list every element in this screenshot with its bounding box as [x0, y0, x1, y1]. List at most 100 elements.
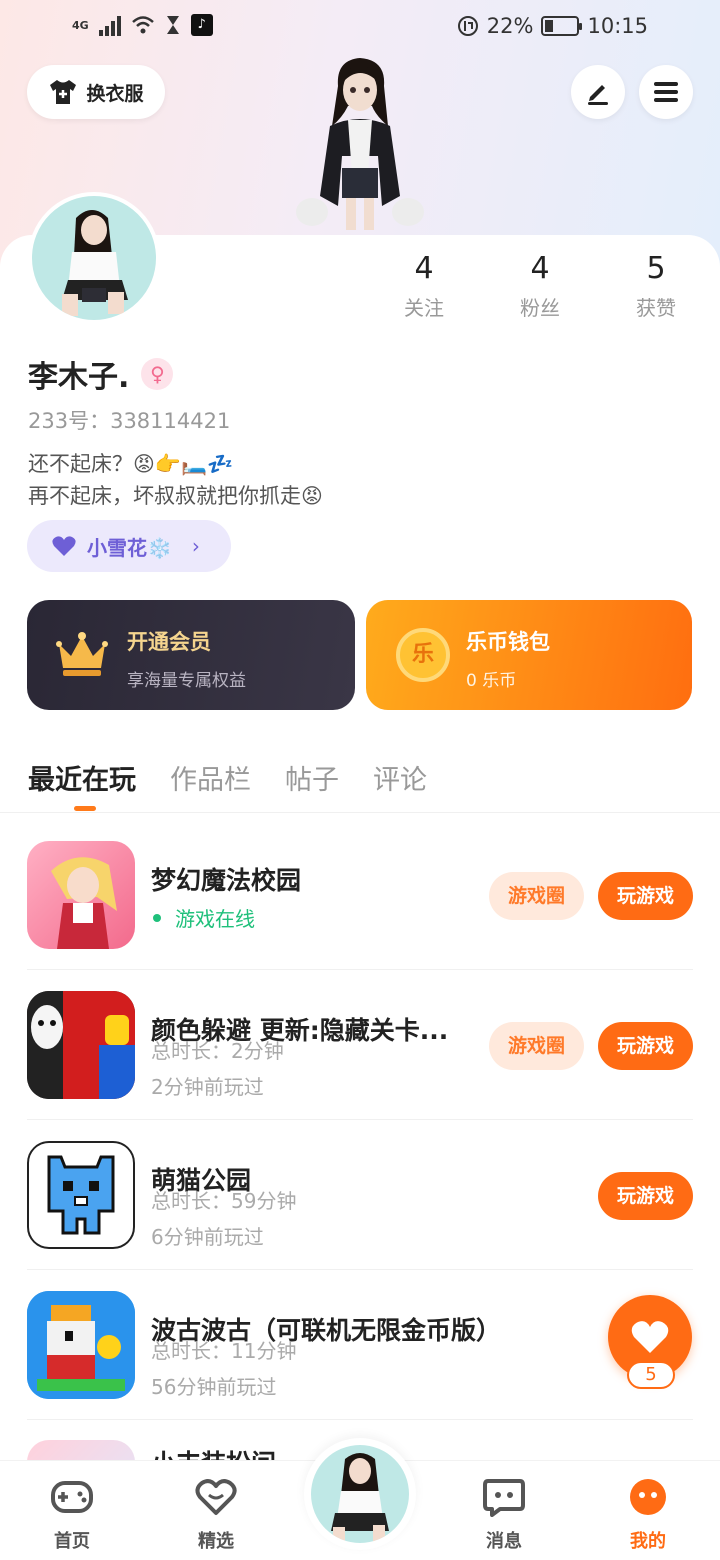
shirt-icon — [50, 80, 77, 104]
game-icon-bogu-bogu[interactable] — [27, 1291, 135, 1399]
row-divider — [27, 969, 693, 970]
pen-icon — [588, 85, 608, 105]
like-count: 5 — [627, 1361, 675, 1389]
likes-count: 5 — [646, 251, 666, 286]
change-outfit-label: 换衣服 — [86, 82, 144, 105]
status-left: 4G ♪ — [72, 14, 213, 36]
name-row: 李木子. ♀ — [28, 352, 174, 396]
hamburger-menu-icon — [654, 82, 678, 102]
game-last-played: 2分钟前玩过 — [151, 1075, 264, 1099]
game-icon-color-dodge[interactable] — [27, 991, 135, 1099]
vip-card[interactable]: 开通会员 享海量专属权益 — [27, 600, 355, 710]
followers-label: 粉丝 — [520, 296, 560, 320]
play-game-button[interactable]: 玩游戏 — [598, 1022, 693, 1070]
game-title: 梦幻魔法校园 — [151, 866, 302, 895]
female-gender-icon: ♀ — [141, 358, 174, 390]
nav-home[interactable]: 首页 — [27, 1477, 117, 1553]
wallet-title: 乐币钱包 — [466, 630, 550, 654]
battery-percent: 22% — [486, 14, 534, 38]
following-count: 4 — [414, 251, 434, 286]
online-label: 游戏在线 — [175, 907, 255, 931]
game-row[interactable]: 梦幻魔法校园 游戏在线 游戏圈 玩游戏 — [27, 841, 693, 991]
nav-messages[interactable]: 消息 — [459, 1477, 549, 1553]
avatar-figure — [331, 1453, 389, 1543]
floating-like-button[interactable]: 5 — [608, 1295, 692, 1389]
status-right: 22% 10:15 — [457, 14, 648, 38]
heart-icon — [631, 1321, 669, 1353]
hourglass-icon — [166, 16, 179, 34]
nav-home-label: 首页 — [54, 1531, 90, 1552]
bio: 还不起床？😡👉🛏️💤 再不起床，坏叔叔就把你抓走😡 — [28, 448, 323, 512]
play-game-button[interactable]: 玩游戏 — [598, 872, 693, 920]
online-dot-icon — [153, 913, 161, 922]
game-duration: 总时长：11分钟 — [151, 1339, 297, 1363]
row-divider — [27, 1269, 693, 1270]
tabs-divider — [0, 812, 720, 813]
game-row[interactable]: 萌猫公园 总时长：59分钟 6分钟前玩过 玩游戏 — [27, 1141, 693, 1291]
username: 李木子. — [28, 360, 130, 395]
heart-outline-icon — [195, 1479, 237, 1515]
game-circle-button[interactable]: 游戏圈 — [489, 1022, 584, 1070]
game-art — [51, 857, 117, 949]
game-row[interactable]: 颜色躲避 更新:隐藏关卡... 总时长：2分钟 2分钟前玩过 游戏圈 玩游戏 — [27, 991, 693, 1141]
tiktok-icon: ♪ — [190, 14, 213, 36]
game-last-played: 6分钟前玩过 — [151, 1225, 264, 1249]
wifi-icon — [131, 16, 154, 34]
game-icon-cute-cat-park[interactable] — [27, 1141, 135, 1249]
stat-following[interactable]: 4 关注 — [366, 250, 482, 321]
row-divider — [27, 1419, 693, 1420]
game-last-played: 56分钟前玩过 — [151, 1375, 277, 1399]
user-id[interactable]: 233号：338114421 — [28, 405, 230, 435]
avatar-figure — [62, 210, 128, 316]
nav-mine-label: 我的 — [630, 1531, 666, 1552]
data-saver-icon — [457, 16, 478, 36]
wallet-card[interactable]: 乐 乐币钱包 0 乐币 — [366, 600, 692, 710]
profile-face-icon — [630, 1479, 666, 1515]
nav-messages-label: 消息 — [486, 1531, 522, 1552]
nav-featured[interactable]: 精选 — [171, 1477, 261, 1553]
game-icon-magic-school[interactable] — [27, 841, 135, 949]
game-online-status: 游戏在线 — [151, 903, 255, 932]
character-figure[interactable] — [296, 56, 426, 236]
game-art — [27, 1291, 135, 1399]
tab-recent-played[interactable]: 最近在玩 — [28, 758, 136, 797]
crown-icon — [56, 632, 108, 676]
following-label: 关注 — [404, 296, 444, 320]
fan-club-pill[interactable]: 小雪花❄️ › — [27, 520, 231, 572]
tab-works[interactable]: 作品栏 — [170, 758, 251, 797]
chat-bubble-icon — [483, 1479, 525, 1517]
center-avatar-button[interactable] — [304, 1438, 416, 1550]
bio-line-2: 再不起床，坏叔叔就把你抓走😡 — [28, 484, 323, 508]
status-bar: 4G ♪ 22% 10:15 — [0, 0, 720, 56]
nav-mine[interactable]: 我的 — [603, 1477, 693, 1553]
gamepad-icon — [51, 1481, 93, 1513]
change-outfit-button[interactable]: 换衣服 — [27, 65, 165, 119]
game-duration: 总时长：2分钟 — [151, 1039, 284, 1063]
game-art — [27, 991, 135, 1099]
game-circle-button[interactable]: 游戏圈 — [489, 872, 584, 920]
wallet-balance: 0 乐币 — [466, 671, 517, 691]
vip-subtitle: 享海量专属权益 — [127, 671, 246, 691]
game-duration: 总时长：59分钟 — [151, 1189, 297, 1213]
tab-posts[interactable]: 帖子 — [285, 758, 339, 797]
play-game-button[interactable]: 玩游戏 — [598, 1172, 693, 1220]
signal-icon — [98, 14, 121, 36]
edit-profile-button[interactable] — [571, 65, 625, 119]
coin-icon: 乐 — [396, 628, 450, 682]
content-tabs: 最近在玩 作品栏 帖子 评论 — [28, 758, 427, 797]
profile-stats: 4 关注 4 粉丝 5 获赞 — [366, 250, 714, 321]
stat-followers[interactable]: 4 粉丝 — [482, 250, 598, 321]
game-row[interactable]: 波古波古（可联机无限金币版） 总时长：11分钟 56分钟前玩过 — [27, 1291, 693, 1441]
menu-button[interactable] — [639, 65, 693, 119]
game-icon-dressup[interactable] — [27, 1440, 135, 1462]
profile-avatar[interactable] — [28, 192, 160, 324]
tab-comments[interactable]: 评论 — [373, 758, 427, 797]
tab-indicator — [74, 806, 96, 811]
chevron-right-icon: › — [191, 534, 200, 558]
followers-count: 4 — [530, 251, 550, 286]
vip-title: 开通会员 — [127, 630, 211, 654]
clock: 10:15 — [587, 14, 648, 38]
stat-likes[interactable]: 5 获赞 — [598, 250, 714, 321]
network-type: 4G — [72, 18, 89, 32]
fan-club-label: 小雪花❄️ — [87, 535, 172, 560]
